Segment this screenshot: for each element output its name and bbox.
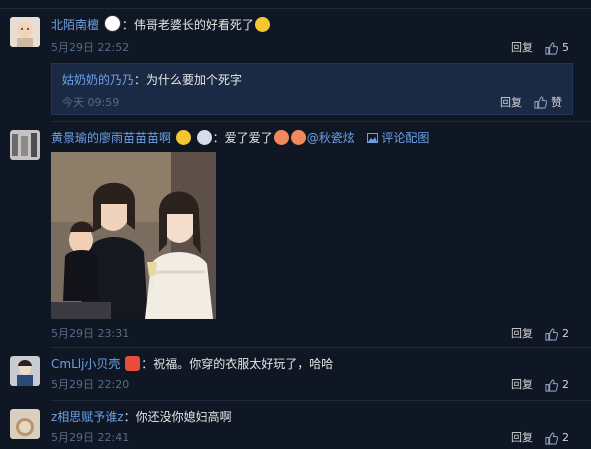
avatar[interactable]	[10, 17, 40, 47]
kiss-emoji-icon	[290, 130, 306, 145]
username-link[interactable]: 北陌南檀	[51, 18, 99, 32]
comment-text: z相思赋予谁z：你还没你媳妇高啊	[51, 409, 232, 425]
grin-emoji-icon	[175, 130, 191, 145]
comment-2: 黄景瑜的廖雨苗苗苗啊 ：爱了爱了 @秋瓷炫 评论配图 5月29日 23:31 回…	[0, 122, 591, 348]
reply-button[interactable]: 回复	[511, 431, 533, 445]
comment-time: 5月29日 22:52	[51, 41, 130, 54]
avatar[interactable]	[10, 356, 40, 386]
thumbs-up-icon	[534, 95, 547, 109]
comment-4: z相思赋予谁z：你还没你媳妇高啊 5月29日 22:41 回复 2	[0, 401, 591, 449]
like-button[interactable]: 2	[545, 327, 569, 341]
laugh-emoji-icon	[254, 17, 270, 32]
kiss-emoji-icon	[273, 130, 289, 145]
comment-body: ：爱了爱了	[212, 131, 273, 145]
comment-time: 5月29日 22:20	[51, 378, 130, 391]
sub-reply-username[interactable]: 姑奶奶的乃乃	[62, 73, 134, 87]
reply-button[interactable]: 回复	[511, 327, 533, 341]
like-count: 2	[562, 327, 569, 340]
reply-button[interactable]: 回复	[511, 41, 533, 55]
sub-reply-time: 今天 09:59	[62, 96, 120, 109]
reply-button[interactable]: 回复	[511, 378, 533, 392]
username-link[interactable]: 黄景瑜的廖雨苗苗苗啊	[51, 131, 171, 145]
username-link[interactable]: z相思赋予谁z	[51, 410, 124, 424]
sub-reply-like-button[interactable]: 赞	[534, 94, 562, 110]
fire-heart-icon	[125, 356, 141, 371]
comment-text: CmLlj小贝壳 ：祝福。你穿的衣服太好玩了，哈哈	[51, 356, 333, 372]
comment-body: ：祝福。你穿的衣服太好玩了，哈哈	[141, 357, 334, 371]
like-button[interactable]: 5	[545, 41, 569, 55]
comment-text: 黄景瑜的廖雨苗苗苗啊 ：爱了爱了 @秋瓷炫 评论配图	[51, 130, 429, 146]
like-button[interactable]: 2	[545, 431, 569, 445]
thumbs-up-icon	[545, 41, 558, 55]
image-icon	[366, 133, 378, 143]
avatar[interactable]	[10, 130, 40, 160]
thumbs-up-icon	[545, 327, 558, 341]
comment-text: 北陌南檀 ：伟哥老婆长的好看死了	[51, 15, 271, 33]
like-count: 2	[562, 378, 569, 391]
panda-emoji-icon	[103, 15, 121, 32]
sub-reply-box: 姑奶奶的乃乃：为什么要加个死字 今天 09:59 回复 赞	[51, 63, 573, 115]
sub-reply-actions: 回复 赞	[500, 94, 562, 110]
like-label: 赞	[551, 96, 562, 109]
comment-body: ：伟哥老婆长的好看死了	[121, 18, 254, 32]
thumbs-up-icon	[545, 378, 558, 392]
sub-reply-reply-button[interactable]: 回复	[500, 94, 522, 110]
username-link[interactable]: CmLlj小贝壳	[51, 357, 120, 371]
comment-time: 5月29日 22:41	[51, 431, 130, 444]
like-count: 2	[562, 431, 569, 444]
photo-two-women-child	[51, 152, 216, 319]
comment-actions: 回复 5	[511, 41, 569, 55]
comment-actions: 回复 2	[511, 431, 569, 445]
comment-time: 5月29日 23:31	[51, 327, 130, 340]
mention-link[interactable]: @秋瓷炫	[307, 131, 355, 145]
comment-image[interactable]	[51, 152, 216, 319]
comment-3: CmLlj小贝壳 ：祝福。你穿的衣服太好玩了，哈哈 5月29日 22:20 回复…	[0, 348, 591, 400]
thumbs-up-icon	[545, 431, 558, 445]
comment-image-link[interactable]: 评论配图	[366, 131, 429, 145]
diamond-ring-icon	[196, 130, 212, 145]
sub-reply-body: ：为什么要加个死字	[134, 73, 243, 87]
comment-actions: 回复 2	[511, 327, 569, 341]
comment-actions: 回复 2	[511, 378, 569, 392]
like-button[interactable]: 2	[545, 378, 569, 392]
avatar[interactable]	[10, 409, 40, 439]
like-count: 5	[562, 41, 569, 54]
comment-body: ：你还没你媳妇高啊	[123, 410, 232, 424]
sub-reply-text: 姑奶奶的乃乃：为什么要加个死字	[62, 71, 242, 88]
